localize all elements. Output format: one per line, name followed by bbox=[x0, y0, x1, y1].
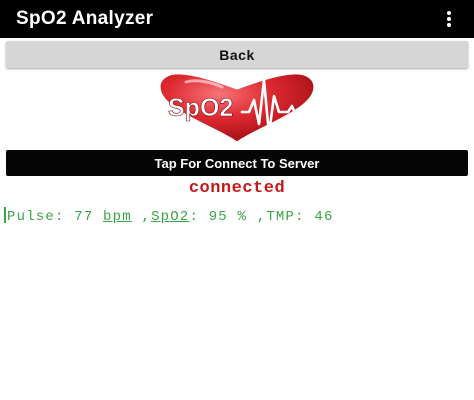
tmp-value: 46 bbox=[314, 209, 334, 225]
app-screen: SpO2 Analyzer Back SpO2 Tap For Connect … bbox=[0, 0, 474, 400]
app-bar: SpO2 Analyzer bbox=[0, 0, 474, 38]
pulse-label: Pulse: bbox=[7, 209, 65, 225]
separator: , bbox=[256, 209, 267, 225]
logo-text: SpO2 bbox=[168, 94, 233, 122]
spo2-label: SpO2 bbox=[151, 209, 190, 225]
tmp-label: TMP: bbox=[266, 209, 305, 225]
pulse-value: 77 bbox=[74, 209, 94, 225]
text-cursor bbox=[4, 207, 6, 223]
spo2-colon: : bbox=[189, 209, 200, 225]
pulse-unit: bpm bbox=[103, 209, 132, 225]
sensor-readings: Pulse: 77 bpm ,SpO2: 95 % ,TMP: 46 bbox=[4, 207, 334, 227]
app-title: SpO2 Analyzer bbox=[16, 8, 154, 29]
spo2-value: 95 bbox=[208, 209, 228, 225]
heart-pulse-logo: SpO2 bbox=[159, 73, 315, 143]
back-button[interactable]: Back bbox=[6, 41, 468, 68]
overflow-menu-icon[interactable] bbox=[446, 11, 452, 27]
connection-status: connected bbox=[188, 179, 286, 198]
separator: , bbox=[141, 209, 152, 225]
spo2-unit: % bbox=[237, 209, 248, 225]
connect-server-button[interactable]: Tap For Connect To Server bbox=[6, 150, 468, 176]
